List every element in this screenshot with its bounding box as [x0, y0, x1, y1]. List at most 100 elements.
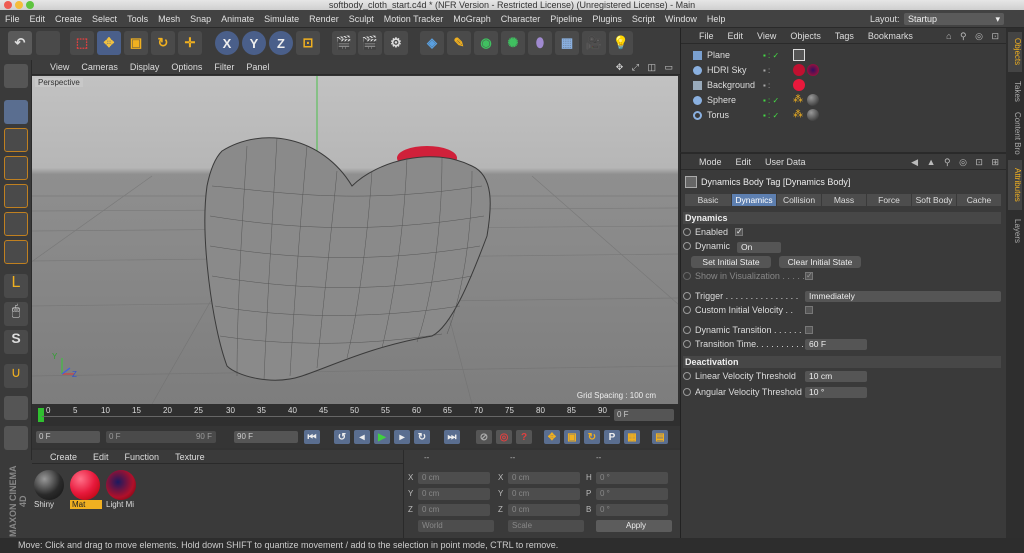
material-shiny[interactable]: Shiny — [34, 470, 66, 512]
polygons-mode-icon[interactable] — [4, 240, 28, 264]
model-mode-icon[interactable] — [4, 100, 28, 124]
transition-time-field[interactable]: 60 F — [805, 339, 867, 350]
previous-frame-icon[interactable]: ◂ — [354, 430, 370, 444]
clear-initial-state-button[interactable]: Clear Initial State — [779, 256, 861, 268]
viewport-nav-icons[interactable]: ✥ ⤢ ◫ ▭ — [616, 60, 676, 75]
magnet-icon[interactable]: ∪ — [4, 364, 28, 388]
coord-mode-dropdown[interactable]: Scale — [508, 520, 584, 532]
make-editable-icon[interactable] — [4, 64, 28, 88]
tab-dynamics[interactable]: Dynamics — [732, 194, 776, 206]
key-rotation-icon[interactable]: ↻ — [584, 430, 600, 444]
y-axis-lock-icon[interactable]: Y — [242, 31, 266, 55]
rotation-h-field[interactable]: 0 ° — [596, 472, 668, 484]
timeline-playhead[interactable] — [38, 408, 44, 422]
tab-mass[interactable]: Mass — [822, 194, 866, 206]
menu-render[interactable]: Render — [304, 10, 344, 28]
tab-force[interactable]: Force — [867, 194, 911, 206]
menu-mograph[interactable]: MoGraph — [448, 10, 496, 28]
objects-menu-view[interactable]: View — [750, 28, 783, 44]
tab-collision[interactable]: Collision — [777, 194, 821, 206]
position-z-field[interactable]: 0 cm — [418, 504, 490, 516]
scale-tool-icon[interactable]: ▣ — [124, 31, 148, 55]
attr-nav-icons[interactable]: ◀ ▲ ⚲ ◎ ⊡ ⊞ — [911, 154, 1002, 170]
viewport-menu-panel[interactable]: Panel — [240, 60, 275, 75]
linear-velocity-field[interactable]: 10 cm — [805, 371, 867, 382]
next-key-icon[interactable]: ↻ — [414, 430, 430, 444]
object-row-torus[interactable]: Torus ▪ : ✓ ⁂ — [689, 108, 999, 123]
snap-icon[interactable]: S — [4, 330, 28, 354]
pen-spline-icon[interactable]: ✎ — [447, 31, 471, 55]
enabled-checkbox[interactable]: ✓ — [735, 228, 743, 236]
visibility-toggles[interactable]: ▪ : ✓ — [763, 51, 779, 60]
key-position-icon[interactable]: ✥ — [544, 430, 560, 444]
viewport-menu-options[interactable]: Options — [165, 60, 208, 75]
rigid-body-tag-icon[interactable]: ⁂ — [793, 94, 805, 106]
tab-basic[interactable]: Basic — [685, 194, 731, 206]
live-selection-icon[interactable]: ⬚ — [70, 31, 94, 55]
side-tab-takes[interactable]: Takes — [1008, 76, 1022, 106]
viewport-menu-view[interactable]: View — [32, 60, 75, 75]
side-tab-content-browser[interactable]: Content Bro — [1008, 108, 1022, 158]
undo-icon[interactable]: ↶ — [8, 31, 32, 55]
angular-velocity-field[interactable]: 10 ° — [805, 387, 867, 398]
menu-script[interactable]: Script — [627, 10, 660, 28]
apply-button[interactable]: Apply — [596, 520, 672, 532]
cloner-icon[interactable]: ✺ — [501, 31, 525, 55]
size-y-field[interactable]: 0 cm — [508, 488, 580, 500]
trigger-dropdown[interactable]: Immediately — [805, 291, 1001, 302]
timeline-window-icon[interactable]: ▤ — [652, 430, 668, 444]
menu-mesh[interactable]: Mesh — [153, 10, 185, 28]
menu-select[interactable]: Select — [87, 10, 122, 28]
tab-cache[interactable]: Cache — [957, 194, 1001, 206]
menu-snap[interactable]: Snap — [185, 10, 216, 28]
locked-workplane-icon[interactable] — [4, 426, 28, 450]
move-tool-icon[interactable]: ✥ — [97, 31, 121, 55]
timeline[interactable]: 0 5 10 15 20 25 30 35 40 45 50 55 60 65 … — [32, 404, 680, 426]
material-menu-texture[interactable]: Texture — [167, 450, 213, 464]
menu-character[interactable]: Character — [496, 10, 546, 28]
recent-tools-icon[interactable]: ✛ — [178, 31, 202, 55]
visibility-toggles[interactable]: ▪ : ✓ — [763, 96, 779, 105]
menu-file[interactable]: File — [0, 10, 25, 28]
frame-range-slider[interactable]: 0 F 90 F — [106, 431, 216, 443]
size-x-field[interactable]: 0 cm — [508, 472, 580, 484]
workplane-icon[interactable] — [4, 396, 28, 420]
visibility-toggles[interactable]: ▪ : ✓ — [763, 111, 779, 120]
material-tag-icon[interactable] — [793, 79, 805, 91]
go-to-start-icon[interactable]: ⏮ — [304, 430, 320, 444]
deformer-icon[interactable]: ⬮ — [528, 31, 552, 55]
set-initial-state-button[interactable]: Set Initial State — [691, 256, 771, 268]
dynamic-dropdown[interactable]: On — [737, 242, 781, 253]
objects-search-icon[interactable]: ⌂ ⚲ ◎ ⊡ — [946, 28, 1002, 44]
material-menu-function[interactable]: Function — [117, 450, 168, 464]
menu-plugins[interactable]: Plugins — [587, 10, 627, 28]
start-frame-field[interactable]: 0 F — [36, 431, 100, 443]
material-tag-icon[interactable] — [793, 64, 805, 76]
key-scale-icon[interactable]: ▣ — [564, 430, 580, 444]
edges-mode-icon[interactable] — [4, 212, 28, 236]
axis-mode-icon[interactable]: L — [4, 274, 28, 298]
visibility-toggles[interactable]: ▪ : — [763, 66, 770, 75]
key-pla-icon[interactable]: ▦ — [624, 430, 640, 444]
menu-animate[interactable]: Animate — [216, 10, 259, 28]
viewport-menu-display[interactable]: Display — [124, 60, 166, 75]
size-z-field[interactable]: 0 cm — [508, 504, 580, 516]
current-frame-field[interactable]: 0 F — [614, 409, 674, 421]
object-row-sphere[interactable]: Sphere ▪ : ✓ ⁂ — [689, 93, 999, 108]
next-frame-icon[interactable]: ▸ — [394, 430, 410, 444]
objects-menu-bookmarks[interactable]: Bookmarks — [861, 28, 920, 44]
render-picture-viewer-icon[interactable]: 🎬 — [358, 31, 382, 55]
menu-sculpt[interactable]: Sculpt — [344, 10, 379, 28]
menu-simulate[interactable]: Simulate — [259, 10, 304, 28]
object-row-hdri-sky[interactable]: HDRI Sky ▪ : — [689, 63, 999, 78]
material-menu-create[interactable]: Create — [32, 450, 85, 464]
3d-viewport[interactable]: Perspective Y Z Grid Spacing : 100 cm — [32, 76, 678, 404]
zoom-window-button[interactable] — [26, 1, 34, 9]
objects-menu-edit[interactable]: Edit — [721, 28, 751, 44]
subdivision-icon[interactable]: ◉ — [474, 31, 498, 55]
position-y-field[interactable]: 0 cm — [418, 488, 490, 500]
menu-window[interactable]: Window — [660, 10, 702, 28]
menu-pipeline[interactable]: Pipeline — [545, 10, 587, 28]
close-window-button[interactable] — [4, 1, 12, 9]
objects-menu-tags[interactable]: Tags — [828, 28, 861, 44]
